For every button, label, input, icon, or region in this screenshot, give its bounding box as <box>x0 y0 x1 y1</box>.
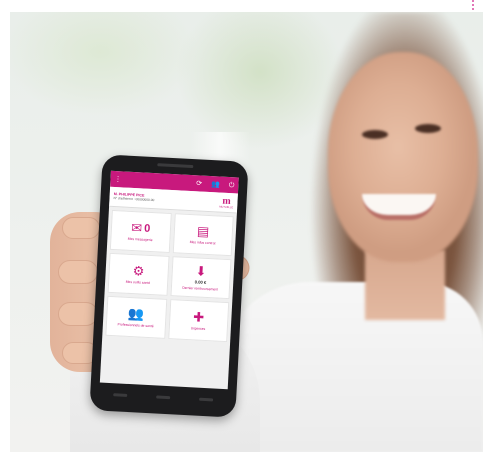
smartphone: ⋮ ⟳ 👥 ⏻ M. PHILIPPE PICE N° d'adhérent :… <box>89 154 249 418</box>
finger <box>58 302 98 326</box>
tile-label: Mes infos contrat <box>189 239 216 246</box>
dashboard-grid: ✉ 0 Mes messagerie ▤ Mes infos contrat ⚙… <box>102 207 237 346</box>
nav-back[interactable] <box>113 392 128 397</box>
finger <box>58 260 98 284</box>
refresh-icon[interactable]: ⟳ <box>196 180 202 187</box>
brand-logo: m MUTUELLE <box>219 195 234 209</box>
tile-label: Mes outils santé <box>125 279 151 285</box>
app-screen: ⋮ ⟳ 👥 ⏻ M. PHILIPPE PICE N° d'adhérent :… <box>99 170 239 390</box>
people-icon: 👥 <box>127 305 145 322</box>
mail-icon: ✉ <box>130 219 143 236</box>
tile-last-refund[interactable]: ⬇ 0.00 € Dernier remboursement <box>169 256 232 300</box>
document-icon: ▤ <box>196 223 210 239</box>
tile-label: Mes messagerie <box>127 236 153 242</box>
menu-icon[interactable]: ⋮ <box>114 176 121 183</box>
first-aid-icon: ✚ <box>192 309 205 325</box>
tile-health-tools[interactable]: ⚙ Mes outils santé <box>107 252 170 296</box>
woman-face <box>328 52 478 262</box>
tile-messages[interactable]: ✉ 0 Mes messagerie <box>109 209 172 253</box>
phone-speaker <box>157 163 194 169</box>
nav-home[interactable] <box>156 394 171 399</box>
nav-recent[interactable] <box>198 397 213 401</box>
tile-emergencies[interactable]: ✚ Urgences <box>167 299 230 343</box>
tile-health-professionals[interactable]: 👥 Professionnels de santé <box>105 295 167 339</box>
tile-label: Urgences <box>190 326 206 331</box>
right-eye <box>415 124 441 133</box>
message-count: 0 <box>143 222 151 235</box>
photo-scene: ⋮ ⟳ 👥 ⏻ M. PHILIPPE PICE N° d'adhérent :… <box>10 12 483 452</box>
left-eye <box>362 130 388 139</box>
gears-icon: ⚙ <box>132 262 145 279</box>
download-icon: ⬇ <box>195 263 207 279</box>
refund-amount: 0.00 € <box>194 279 207 285</box>
users-icon[interactable]: 👥 <box>211 181 220 188</box>
tile-label: Dernier remboursement <box>182 285 219 292</box>
corner-decoration <box>470 0 476 14</box>
power-icon[interactable]: ⏻ <box>229 181 235 188</box>
tile-contract-info[interactable]: ▤ Mes infos contrat <box>172 213 234 257</box>
finger <box>62 217 100 239</box>
phone-nav-bar <box>99 387 228 408</box>
tile-label: Professionnels de santé <box>117 322 154 329</box>
